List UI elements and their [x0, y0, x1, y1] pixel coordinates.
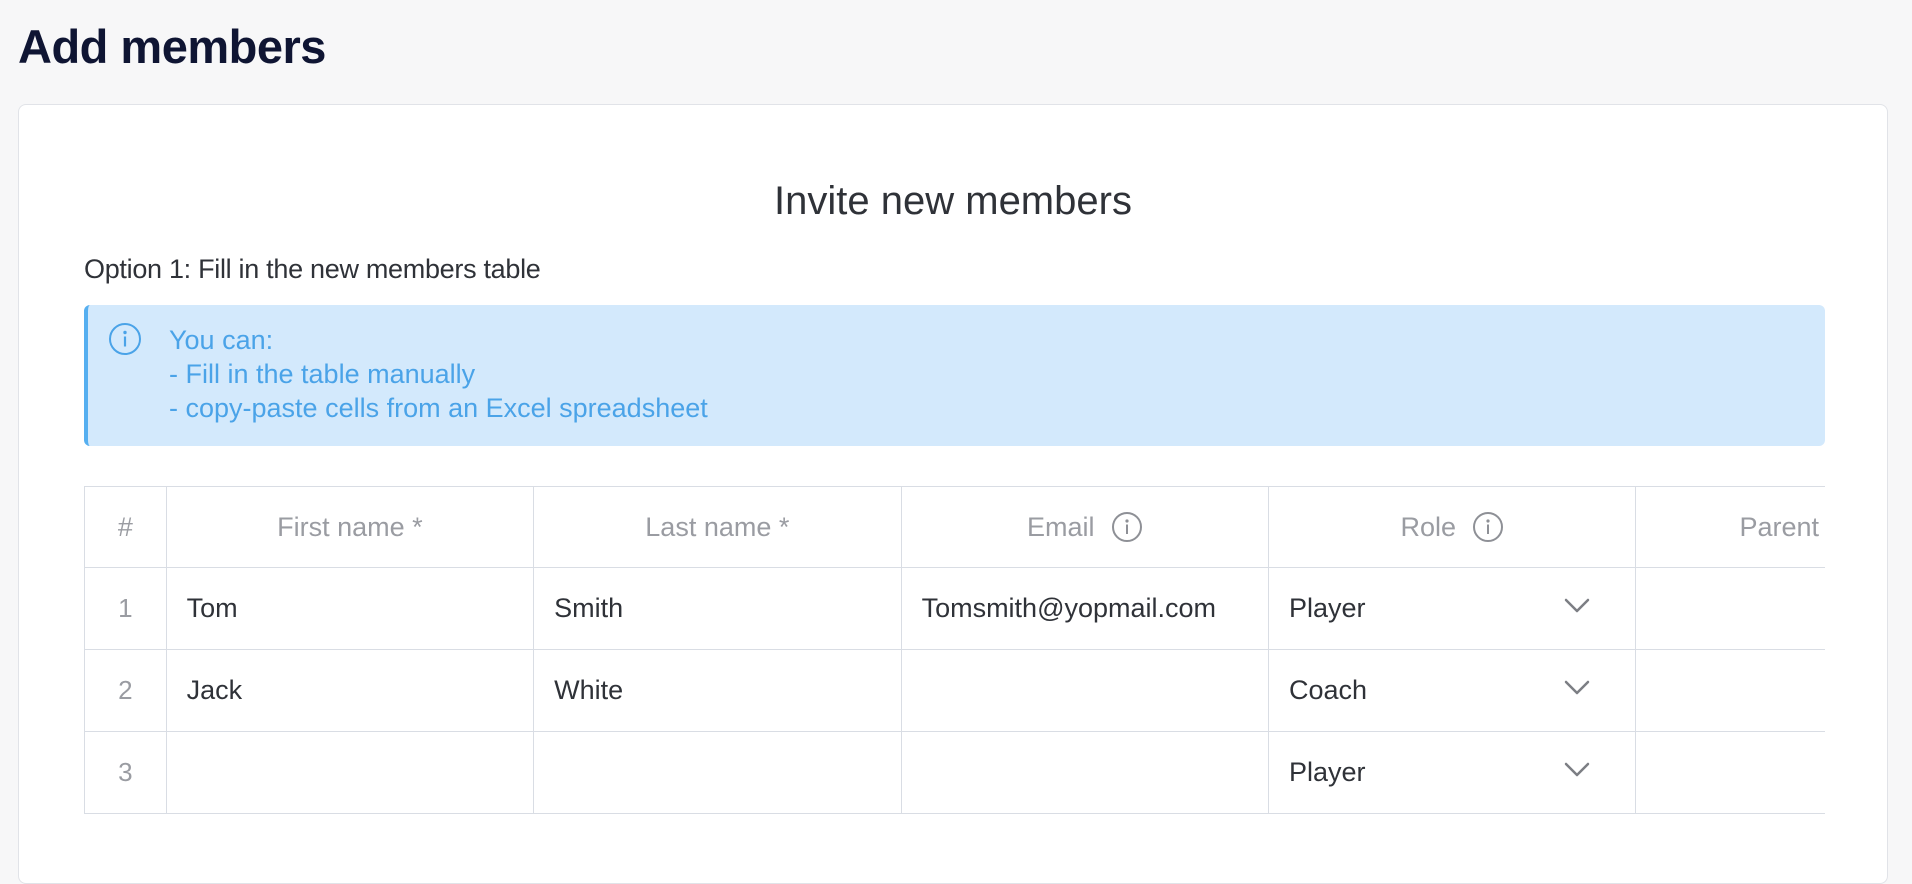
chevron-down-icon	[1565, 762, 1590, 776]
table-row: 2 Jack White Coach	[84, 649, 1825, 732]
info-callout: You can: - Fill in the table manually - …	[84, 305, 1825, 446]
parent-email-cell[interactable]	[1635, 567, 1825, 650]
header-last-name: Last name *	[533, 486, 902, 568]
role-value: Player	[1289, 593, 1366, 623]
header-parent-email: Parent e-mail	[1635, 486, 1825, 568]
row-number: 1	[84, 567, 167, 650]
section-title: Invite new members	[774, 179, 1132, 223]
info-line: - copy-paste cells from an Excel spreads…	[169, 393, 708, 423]
info-icon	[108, 322, 142, 356]
chevron-down-icon	[1565, 680, 1590, 694]
row-number: 3	[84, 731, 167, 814]
first-name-cell[interactable]: Jack	[165, 649, 535, 732]
table-row: 1 Tom Smith Tomsmith@yopmail.com Player	[84, 567, 1825, 650]
parent-email-cell[interactable]	[1635, 731, 1825, 814]
role-value: Coach	[1289, 675, 1368, 705]
info-lines: You can: - Fill in the table manually - …	[169, 323, 708, 425]
last-name-cell[interactable]: White	[533, 649, 902, 732]
role-info-icon[interactable]	[1472, 511, 1504, 543]
table-header-row: # First name * Last name * Email Role Pa…	[84, 486, 1825, 568]
role-select[interactable]: Player	[1268, 567, 1637, 650]
role-value: Player	[1289, 757, 1366, 787]
members-table: # First name * Last name * Email Role Pa…	[84, 486, 1825, 814]
header-role-label: Role	[1400, 511, 1456, 542]
email-info-icon[interactable]	[1111, 511, 1143, 543]
header-email-label: Email	[1027, 511, 1095, 542]
email-cell[interactable]: Tomsmith@yopmail.com	[900, 567, 1270, 650]
role-select[interactable]: Player	[1268, 731, 1637, 814]
invite-members-card: Invite new members Option 1: Fill in the…	[18, 104, 1888, 884]
header-number: #	[84, 486, 167, 568]
role-select[interactable]: Coach	[1268, 649, 1637, 732]
info-line: - Fill in the table manually	[169, 359, 476, 389]
last-name-cell[interactable]	[533, 731, 902, 814]
header-email: Email	[900, 486, 1270, 568]
parent-email-cell[interactable]	[1635, 649, 1825, 732]
first-name-cell[interactable]: Tom	[165, 567, 535, 650]
last-name-cell[interactable]: Smith	[533, 567, 902, 650]
chevron-down-icon	[1565, 598, 1590, 612]
email-cell[interactable]	[900, 731, 1270, 814]
option-title: Option 1: Fill in the new members table	[84, 254, 541, 284]
members-table-scroll[interactable]: # First name * Last name * Email Role Pa…	[84, 486, 1825, 816]
table-row: 3 Player	[84, 731, 1825, 814]
email-cell[interactable]	[900, 649, 1270, 732]
header-role: Role	[1268, 486, 1637, 568]
first-name-cell[interactable]	[165, 731, 535, 814]
header-first-name: First name *	[165, 486, 535, 568]
info-line: You can:	[169, 325, 274, 355]
row-number: 2	[84, 649, 167, 732]
page-title: Add members	[18, 20, 326, 73]
